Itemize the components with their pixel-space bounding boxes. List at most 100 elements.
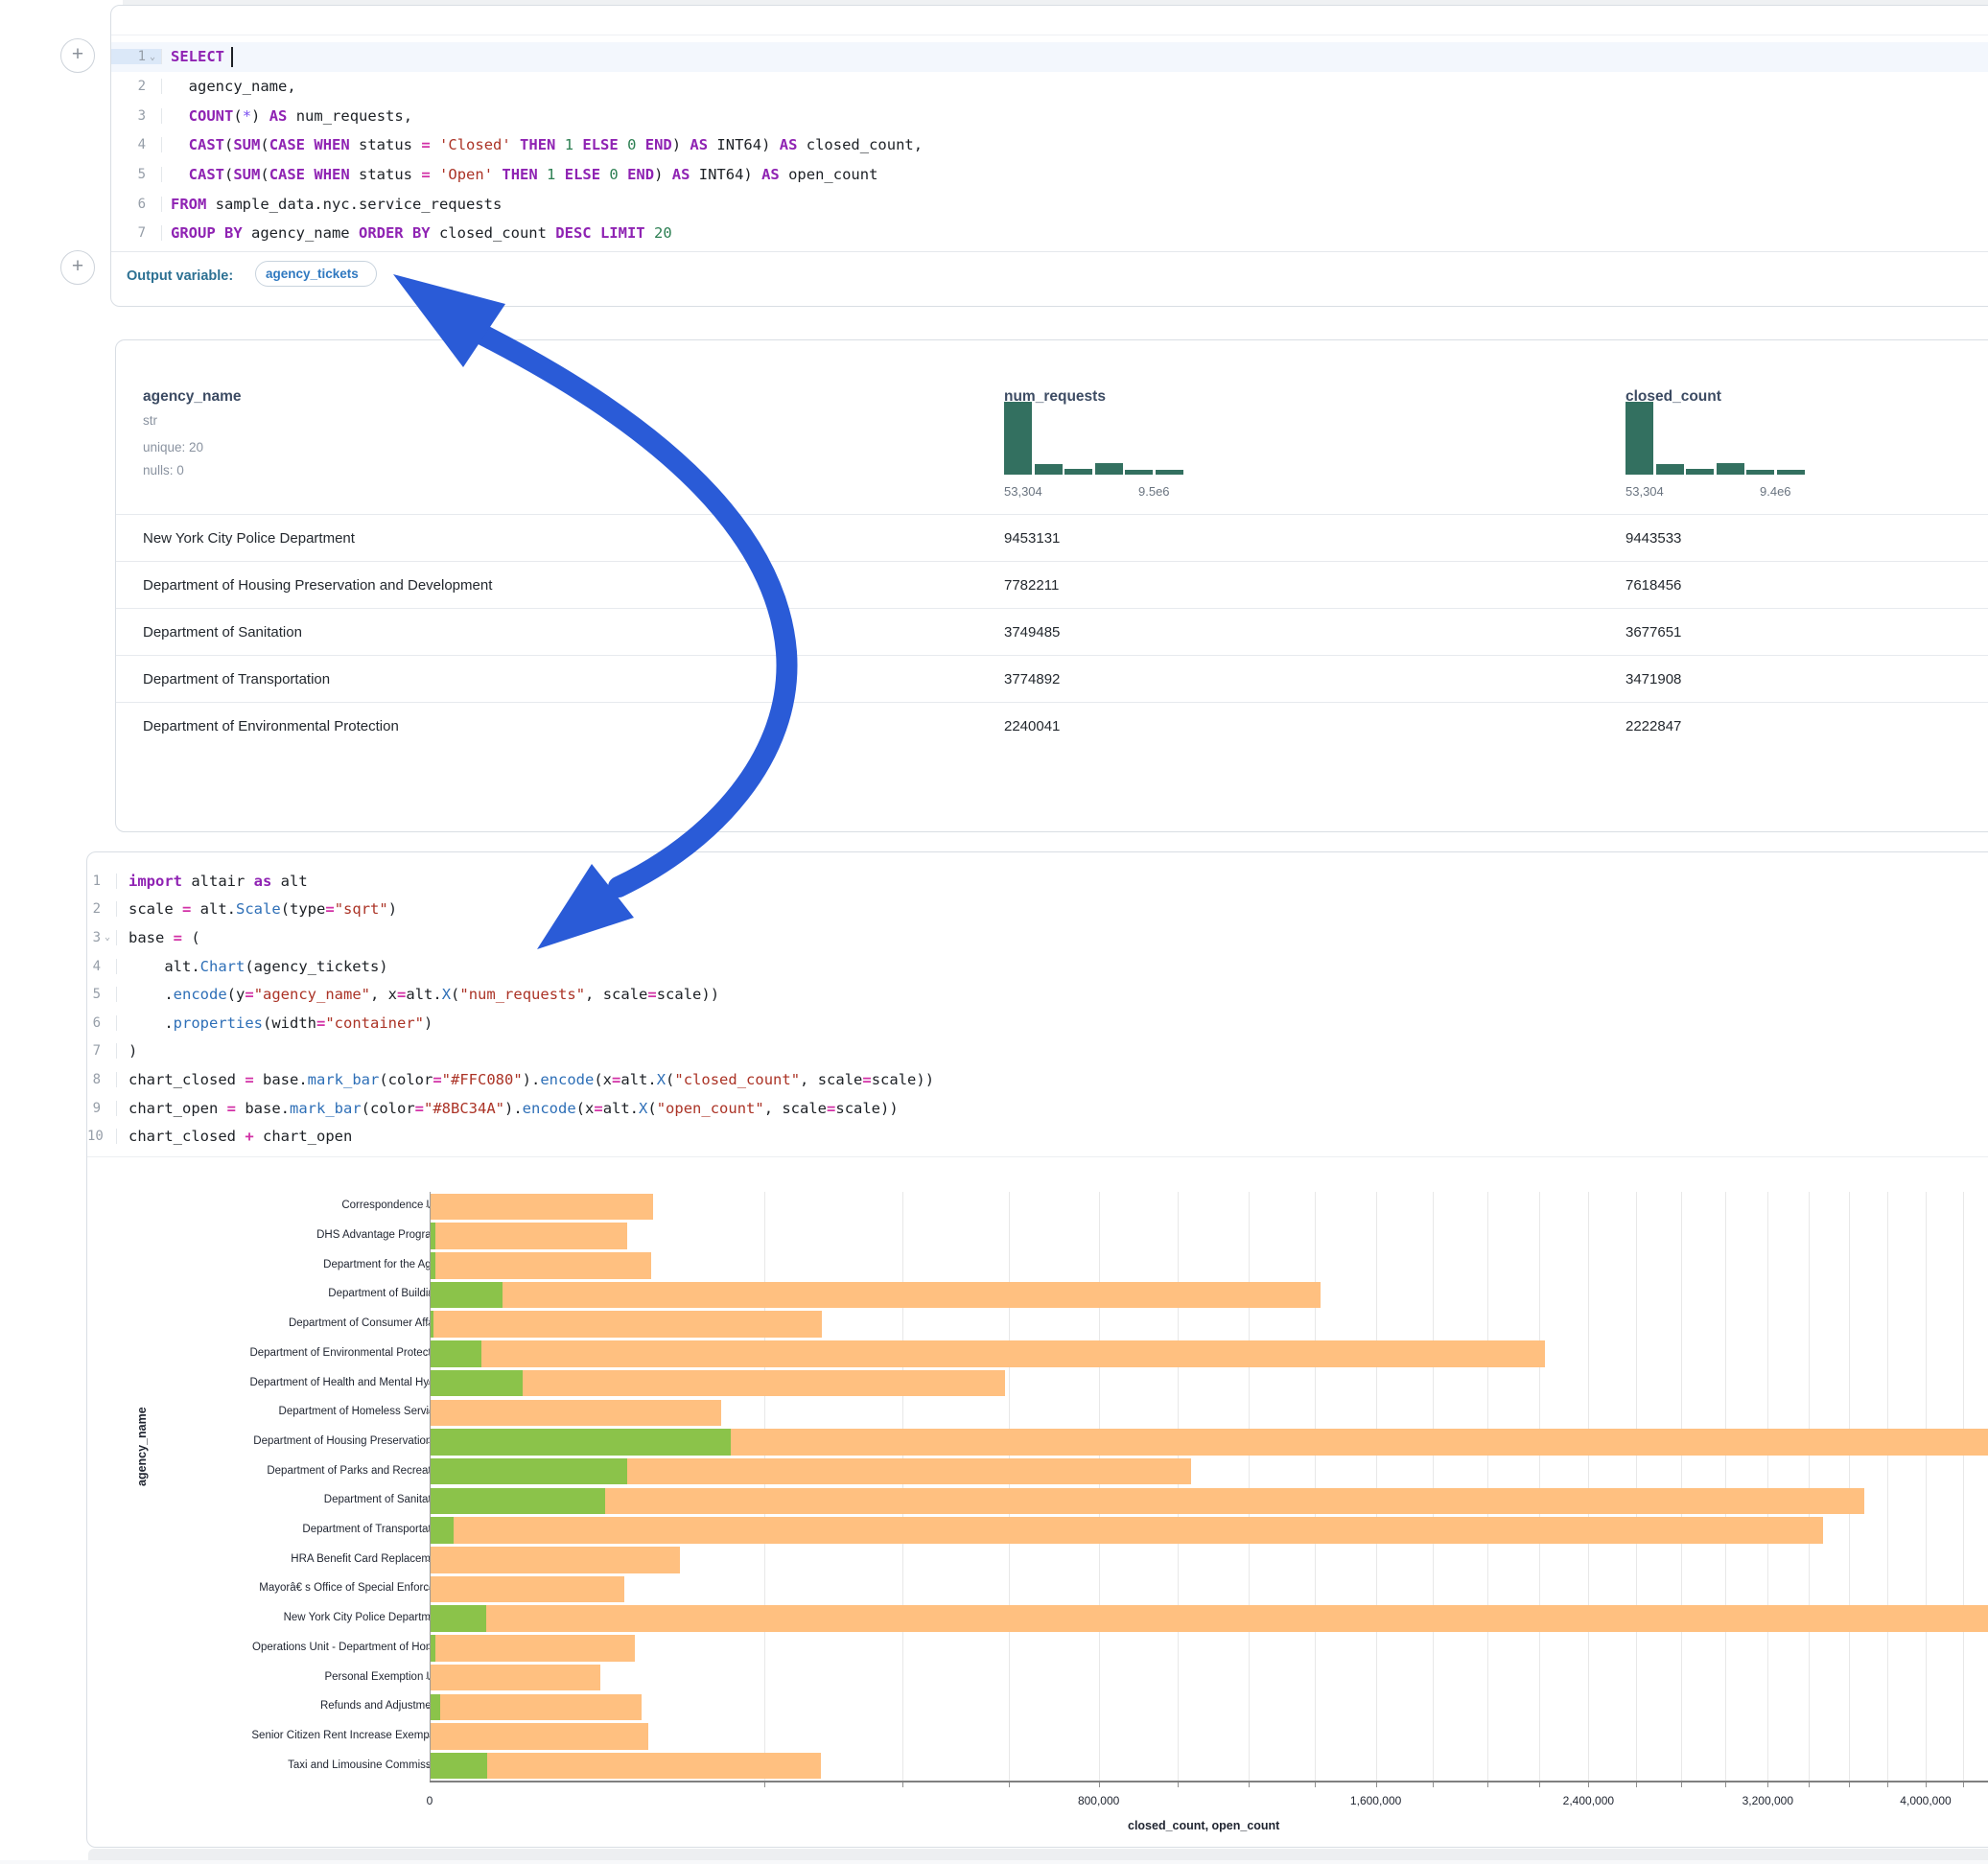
x-axis-tick	[1487, 1782, 1488, 1787]
bar-closed-count	[430, 1576, 624, 1603]
code-line-6[interactable]: 6 .properties(width="container")	[87, 1009, 1988, 1037]
line-number: 8	[87, 1072, 101, 1087]
chart-gridline	[1926, 1192, 1927, 1781]
bar-closed-count	[430, 1665, 600, 1691]
y-axis-label: Department of Parks and Recreation	[129, 1465, 446, 1477]
code-line-10[interactable]: 10chart_closed + chart_open	[87, 1122, 1988, 1151]
code-line-9[interactable]: 9chart_open = base.mark_bar(color="#8BC3…	[87, 1094, 1988, 1123]
x-axis-tick	[1539, 1782, 1540, 1787]
cell-num-requests: 3749485	[1004, 624, 1060, 641]
chart-gridline	[1725, 1192, 1726, 1781]
histogram-bin	[1717, 463, 1744, 475]
histogram-min-label: 53,304	[1625, 484, 1664, 499]
chart-gridline	[1636, 1192, 1637, 1781]
chart-gridline	[1099, 1192, 1100, 1781]
y-axis-label: Mayorâ€ s Office of Special Enforce…	[129, 1582, 446, 1594]
line-number: 5	[87, 987, 101, 1002]
line-number: 10	[87, 1129, 101, 1144]
code-line-4[interactable]: 4 CAST(SUM(CASE WHEN status = 'Closed' T…	[111, 130, 1988, 160]
code-line-1[interactable]: 1⌄SELECT	[111, 42, 1988, 72]
code-line-1[interactable]: 1import altair as alt	[87, 867, 1988, 896]
bar-open-count	[430, 1340, 481, 1367]
bar-closed-count	[430, 1340, 1545, 1367]
code-line-5[interactable]: 5 .encode(y="agency_name", x=alt.X("num_…	[87, 980, 1988, 1009]
x-axis-tick	[1767, 1782, 1768, 1787]
fold-caret-icon[interactable]: ⌄	[146, 52, 159, 62]
table-row[interactable]: Department of Sanitation 3749485 3677651	[116, 608, 1988, 656]
bar-closed-count	[430, 1605, 1988, 1632]
code-line-2[interactable]: 2 agency_name,	[111, 72, 1988, 102]
bar-closed-count	[430, 1488, 1864, 1515]
fold-caret-icon[interactable]: ⌄	[101, 932, 114, 943]
x-axis-tick-label: 1,600,000	[1350, 1794, 1401, 1807]
x-axis-tick	[1636, 1782, 1637, 1787]
cell-num-requests: 9453131	[1004, 530, 1060, 547]
add-cell-button-top[interactable]: +	[60, 38, 95, 73]
x-axis-tick	[1963, 1782, 1964, 1787]
x-axis-tick	[1849, 1782, 1850, 1787]
bar-closed-count	[430, 1694, 642, 1721]
x-axis-domain	[430, 1781, 1988, 1782]
column-stat: nulls: 0	[143, 463, 184, 478]
table-row[interactable]: New York City Police Department945313194…	[116, 514, 1988, 562]
next-cell-edge	[88, 1849, 1988, 1860]
notebook-page: { "annotation": { "arrow_color": "#2A5BD…	[0, 0, 1988, 1864]
code-line-8[interactable]: 8chart_closed = base.mark_bar(color="#FF…	[87, 1065, 1988, 1094]
y-axis-label: Department of Environmental Protection	[129, 1347, 446, 1359]
chart-gridline	[1433, 1192, 1434, 1781]
column-type: str	[143, 413, 157, 428]
table-row[interactable]: Department of Environmental Protection22…	[116, 702, 1988, 750]
sql-editor[interactable]: 1⌄SELECT2 agency_name,3 COUNT(*) AS num_…	[111, 42, 1988, 248]
y-axis-label: Refunds and Adjustments	[129, 1700, 446, 1712]
y-axis-label: Personal Exemption Unit	[129, 1671, 446, 1683]
line-number: 3	[111, 108, 146, 124]
cell-agency-name: Department of Sanitation	[143, 624, 302, 641]
bar-closed-count	[430, 1223, 627, 1249]
page-bottom-gap	[0, 1860, 1988, 1864]
line-number: 4	[111, 137, 146, 152]
code-line-3[interactable]: 3⌄base = (	[87, 923, 1988, 952]
code-line-5[interactable]: 5 CAST(SUM(CASE WHEN status = 'Open' THE…	[111, 160, 1988, 190]
line-number: 7	[111, 225, 146, 241]
table-row[interactable]: Department of Housing Preservation and D…	[116, 561, 1988, 609]
code-line-7[interactable]: 7)	[87, 1037, 1988, 1066]
column-header-agency_name[interactable]: agency_name	[143, 388, 242, 406]
line-number: 6	[87, 1015, 101, 1031]
bar-closed-count	[430, 1517, 1823, 1544]
code-line-2[interactable]: 2scale = alt.Scale(type="sqrt")	[87, 896, 1988, 924]
x-axis-tick	[902, 1782, 903, 1787]
table-row[interactable]: Department of Transportation377489234719…	[116, 655, 1988, 703]
code-line-7[interactable]: 7GROUP BY agency_name ORDER BY closed_co…	[111, 219, 1988, 248]
x-axis-tick	[1433, 1782, 1434, 1787]
histogram-bin	[1777, 470, 1805, 475]
x-axis-tick	[1099, 1782, 1100, 1787]
y-axis-label: Senior Citizen Rent Increase Exempti…	[129, 1730, 446, 1741]
histogram-max-label: 9.5e6	[1138, 484, 1170, 499]
chart-gridline	[1809, 1192, 1810, 1781]
y-axis-label: Department of Transportation	[129, 1524, 446, 1535]
add-cell-button-below-sql[interactable]: +	[60, 250, 95, 285]
column-stat: unique: 20	[143, 440, 203, 454]
code-line-6[interactable]: 6FROM sample_data.nyc.service_requests	[111, 189, 1988, 219]
cell-closed-count: 3677651	[1625, 624, 1681, 641]
x-axis-tick-label: 800,000	[1078, 1794, 1119, 1807]
output-variable-input[interactable]: agency_tickets	[255, 261, 377, 287]
bar-open-count	[430, 1517, 454, 1544]
python-editor[interactable]: 1import altair as alt2scale = alt.Scale(…	[87, 867, 1988, 1151]
bar-open-count	[430, 1694, 440, 1721]
cell-closed-count: 9443533	[1625, 530, 1681, 547]
x-axis-tick-label: 4,000,000	[1900, 1794, 1951, 1807]
bar-closed-count	[430, 1753, 821, 1780]
code-line-4[interactable]: 4 alt.Chart(agency_tickets)	[87, 952, 1988, 981]
histogram-bin	[1746, 470, 1774, 475]
line-number: 9	[87, 1101, 101, 1116]
y-axis-label: Operations Unit - Department of Hom…	[129, 1642, 446, 1653]
line-number: 3	[87, 930, 101, 945]
histogram-max-label: 9.4e6	[1760, 484, 1791, 499]
cell-num-requests: 2240041	[1004, 718, 1060, 734]
cell-closed-count: 3471908	[1625, 671, 1681, 687]
bar-closed-count	[430, 1282, 1321, 1309]
y-axis-title: agency_name	[135, 1407, 149, 1486]
code-line-3[interactable]: 3 COUNT(*) AS num_requests,	[111, 101, 1988, 130]
histogram-bin	[1095, 463, 1123, 475]
